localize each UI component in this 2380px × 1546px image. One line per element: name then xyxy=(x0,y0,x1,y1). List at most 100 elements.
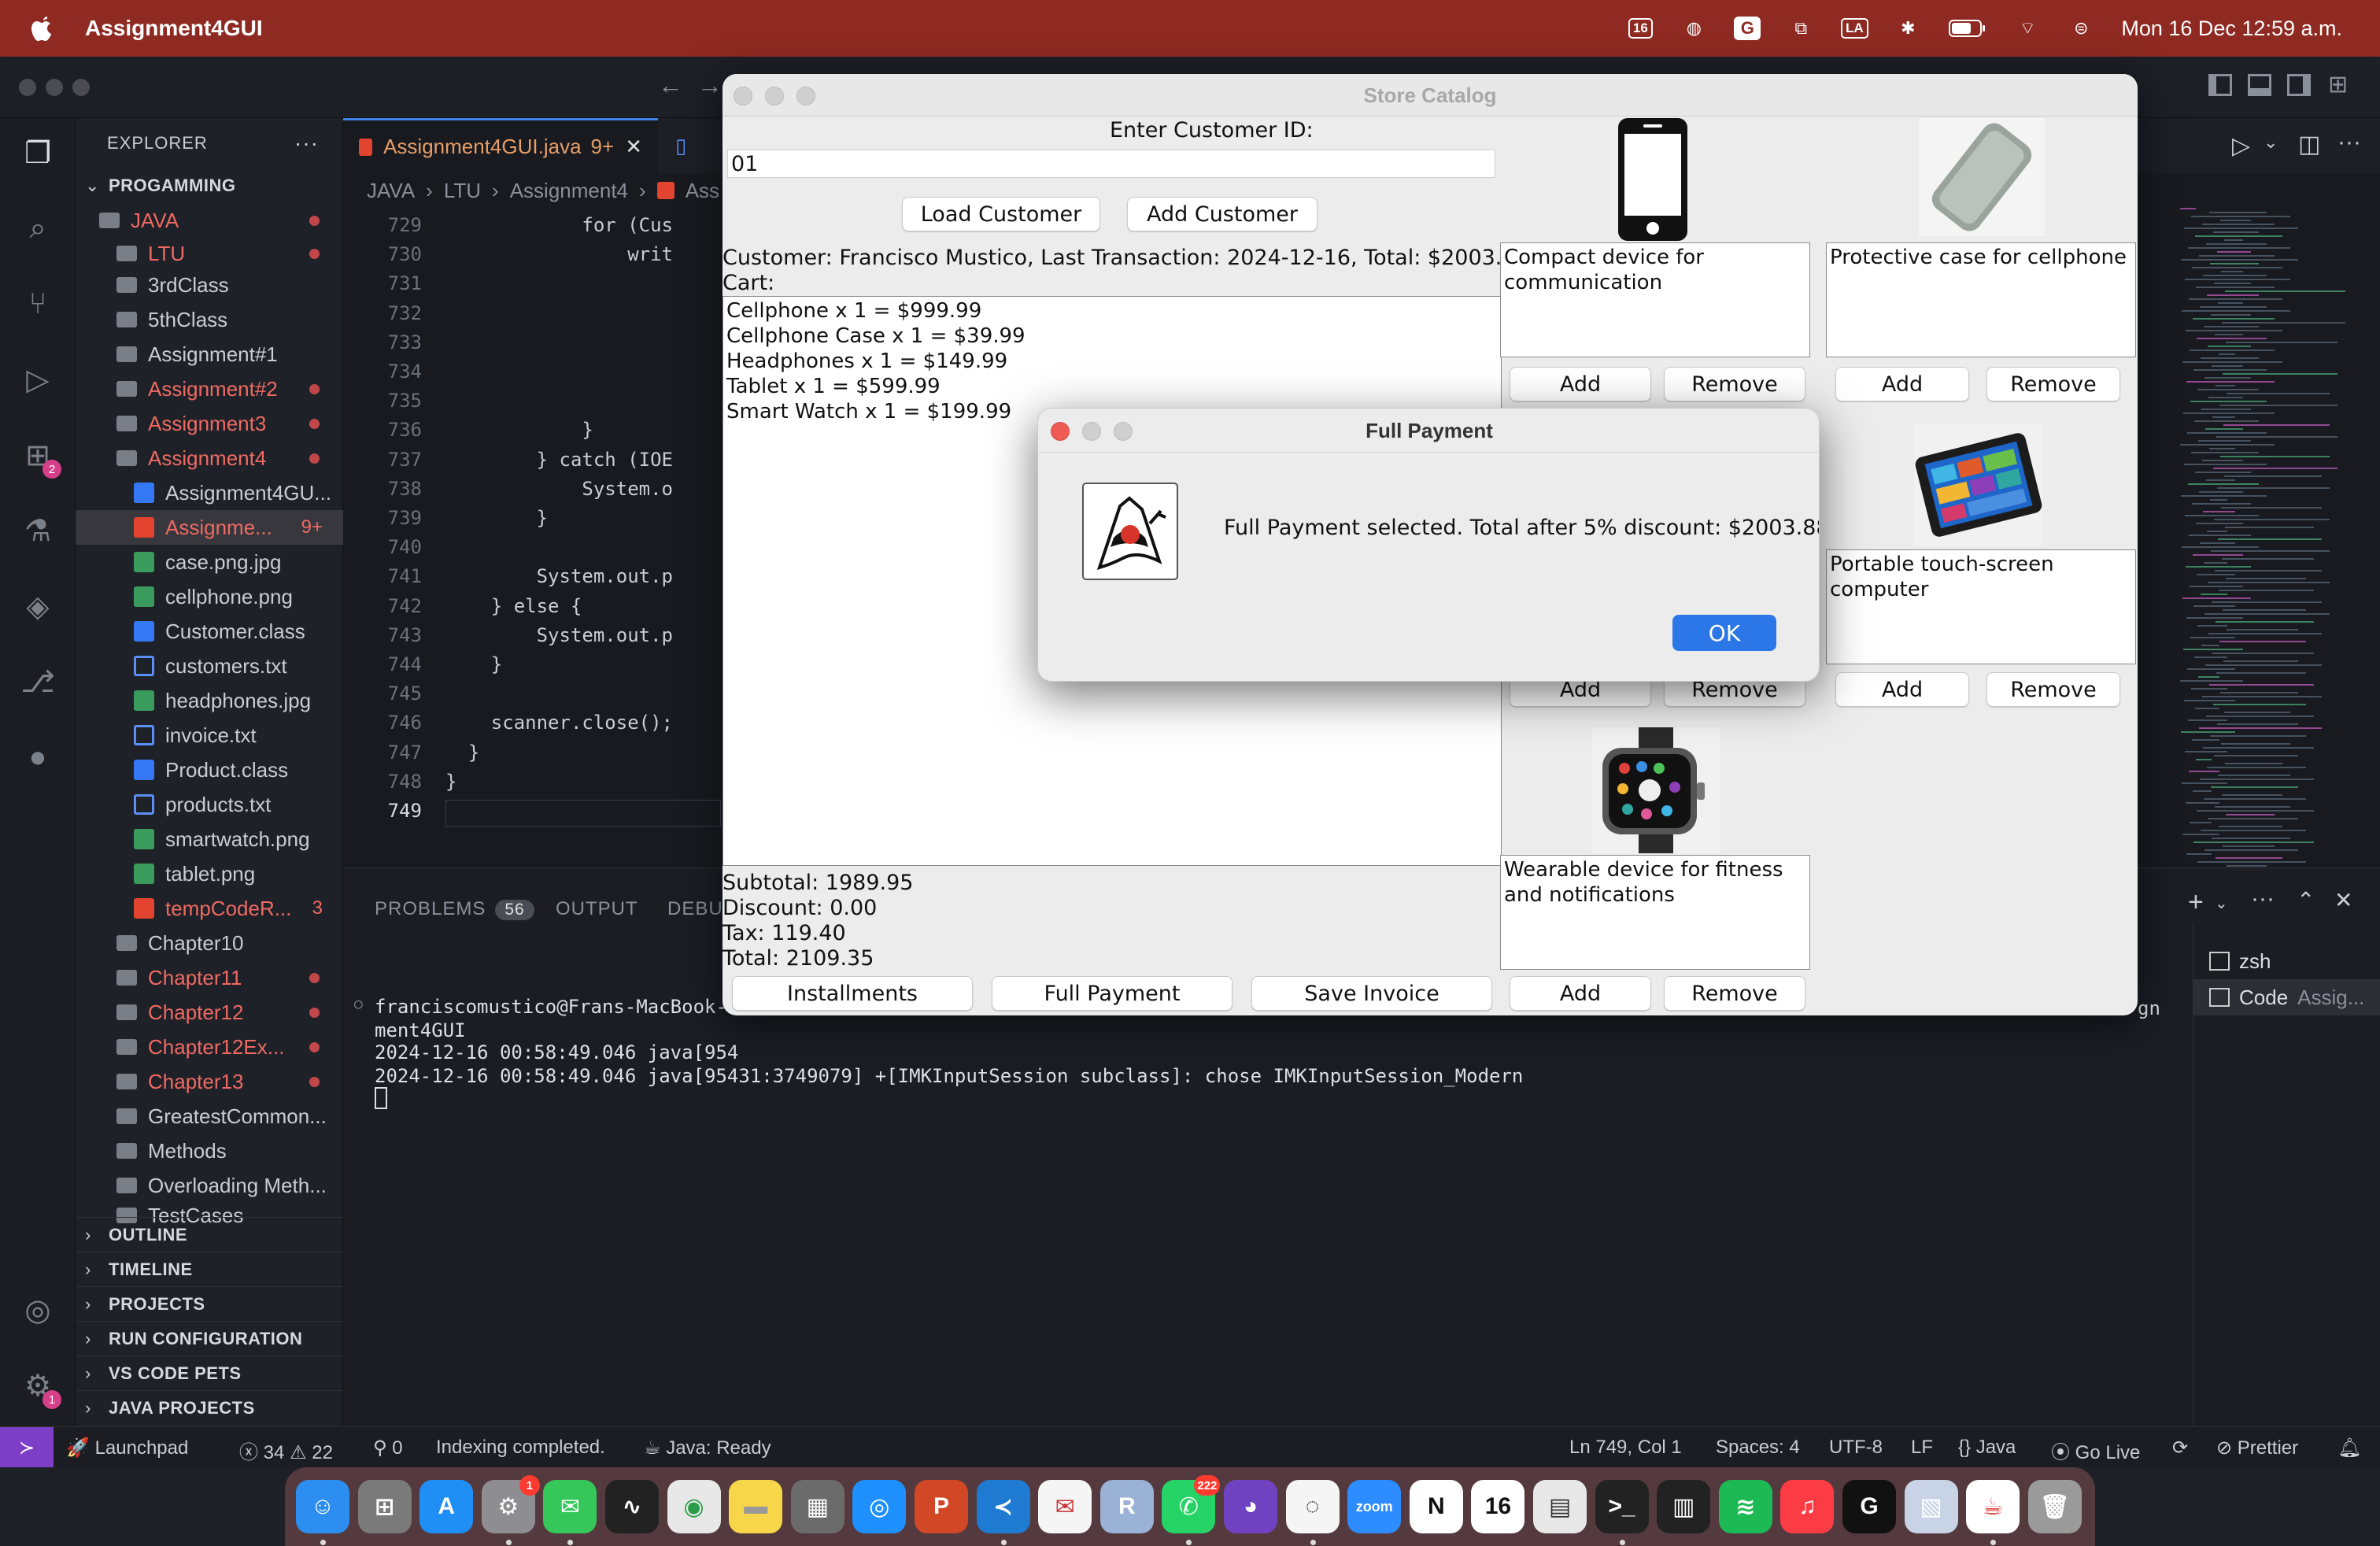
run-dropdown-icon[interactable]: ⌄ xyxy=(2264,132,2278,153)
bluetooth-icon[interactable]: ✱ xyxy=(1894,17,1921,40)
trash-dock-icon[interactable]: 🗑︎ xyxy=(2027,1480,2082,1533)
section-projects[interactable]: › PROJECTS xyxy=(76,1286,343,1321)
tree-item[interactable]: Assignment#2 xyxy=(76,372,343,406)
preview-dock-icon[interactable]: ▤ xyxy=(1533,1480,1587,1533)
globe-icon[interactable]: ◍ xyxy=(1680,17,1707,40)
full-payment-button[interactable]: Full Payment xyxy=(992,976,1232,1011)
save-invoice-button[interactable]: Save Invoice xyxy=(1251,976,1492,1011)
add-tablet-button[interactable]: Add xyxy=(1835,672,1969,707)
installments-button[interactable]: Installments xyxy=(732,976,973,1011)
control-center-icon[interactable]: ⊜ xyxy=(2068,17,2094,40)
tree-item[interactable]: Chapter10 xyxy=(76,926,343,960)
remove-case-button[interactable]: Remove xyxy=(1986,367,2120,401)
extensions-icon[interactable]: ⊞ 2 xyxy=(19,436,61,479)
tree-item[interactable]: Assignment4GU... xyxy=(76,475,343,510)
new-terminal-icon[interactable]: + xyxy=(2188,887,2204,918)
language-mode[interactable]: {} Java xyxy=(1958,1437,2016,1459)
run-icon[interactable]: ▷ xyxy=(2232,132,2250,160)
java-dock-icon[interactable]: ☕ xyxy=(1966,1480,2020,1533)
ok-button[interactable]: OK xyxy=(1672,615,1776,651)
chatgpt-dock-icon[interactable]: ◌ xyxy=(1285,1480,1340,1533)
tree-item[interactable]: Product.class xyxy=(76,753,343,787)
back-arrow-icon[interactable]: ← xyxy=(658,71,683,100)
maximize-panel-icon[interactable]: ⌃ xyxy=(2297,887,2315,913)
calendar-icon[interactable]: 16 xyxy=(1627,17,1654,40)
activity-monitor-dock-icon[interactable]: ▥ xyxy=(1657,1480,1711,1533)
end-of-line[interactable]: LF xyxy=(1911,1437,1933,1459)
notifications-bell-icon[interactable]: 🔔︎ xyxy=(2338,1437,2361,1459)
section-java-projects[interactable]: › JAVA PROJECTS xyxy=(76,1390,343,1425)
tab-assignment4gui-java[interactable]: Assignment4GUI.java 9+ ✕ xyxy=(343,118,658,173)
code-editor[interactable]: 729 for (Cus 730 writ 731 732 733 734 735 736 }… xyxy=(343,208,721,869)
customize-layout-icon[interactable]: ⊞ xyxy=(2328,71,2348,98)
terminal-zsh[interactable]: zsh xyxy=(2193,943,2380,979)
tree-item[interactable]: headphones.jpg xyxy=(76,683,343,718)
cursor-position[interactable]: Ln 749, Col 1 xyxy=(1569,1437,1682,1459)
notion-dock-icon[interactable]: N xyxy=(1409,1480,1463,1533)
tree-item[interactable]: Chapter12Ex... xyxy=(76,1030,343,1064)
preview-image-dock-icon[interactable]: ▧ xyxy=(1904,1480,1958,1533)
section-outline[interactable]: › OUTLINE xyxy=(76,1217,343,1252)
section-run-configuration[interactable]: › RUN CONFIGURATION xyxy=(76,1321,343,1356)
toggle-secondary-sidebar-icon[interactable] xyxy=(2287,74,2311,96)
tree-item[interactable]: Chapter13 xyxy=(76,1064,343,1099)
store-minimize-button[interactable] xyxy=(765,87,784,105)
toggle-sidebar-icon[interactable] xyxy=(2208,74,2232,96)
python-icon[interactable]: ◈ xyxy=(19,587,57,625)
tree-item[interactable]: Assignment3 xyxy=(76,406,343,441)
cart-item[interactable]: Headphones x 1 = $149.99 xyxy=(726,349,1498,374)
vs-code-dock-icon[interactable]: ≺ xyxy=(976,1480,1030,1533)
terminal-code[interactable]: Code Assig... xyxy=(2193,979,2380,1015)
indentation[interactable]: Spaces: 4 xyxy=(1716,1437,1800,1459)
toggle-panel-icon[interactable] xyxy=(2248,74,2271,96)
minimize-window-button[interactable] xyxy=(46,79,63,96)
apple-logo-icon[interactable] xyxy=(30,14,55,43)
forward-arrow-icon[interactable]: → xyxy=(697,71,722,100)
go-live[interactable]: ⦿ Go Live xyxy=(2051,1437,2140,1464)
sync-icon[interactable]: ⟳ xyxy=(2172,1437,2188,1459)
music-dock-icon[interactable]: ♫ xyxy=(1780,1480,1835,1533)
spotify-dock-icon[interactable]: ≋ xyxy=(1718,1480,1772,1533)
notes-dock-icon[interactable]: ▬ xyxy=(729,1480,783,1533)
finder-dock-icon[interactable]: ☺ xyxy=(296,1480,349,1533)
terminal-dropdown-icon[interactable]: ⌄ xyxy=(2215,893,2228,913)
cart-item[interactable]: Cellphone x 1 = $999.99 xyxy=(726,298,1498,324)
tab-debug-console[interactable]: DEBU xyxy=(667,898,723,920)
close-tab-icon[interactable]: ✕ xyxy=(625,135,642,159)
calculator-dock-icon[interactable]: ▦ xyxy=(790,1480,844,1533)
remote-icon[interactable]: ≻ xyxy=(0,1427,54,1467)
launchpad-status[interactable]: 🚀 Launchpad xyxy=(66,1437,188,1459)
github-icon[interactable]: ● xyxy=(19,738,57,776)
tree-item[interactable]: cellphone.png xyxy=(76,579,343,614)
tree-item[interactable]: 3rdClass xyxy=(76,268,343,302)
stage-manager-icon[interactable]: ⧉ xyxy=(1787,17,1814,40)
clock[interactable]: Mon 16 Dec 12:59 a.m. xyxy=(2121,17,2342,41)
zoom-window-button[interactable] xyxy=(72,79,90,96)
tree-item[interactable]: Methods xyxy=(76,1134,343,1168)
powerpoint-dock-icon[interactable]: P xyxy=(915,1480,968,1533)
run-debug-icon[interactable]: ▷ xyxy=(19,361,57,398)
settings-gear-icon[interactable]: ⚙ 1 xyxy=(19,1367,61,1409)
search-icon[interactable]: ⌕ xyxy=(19,209,57,247)
app-store-dock-icon[interactable]: A xyxy=(419,1480,474,1533)
workspace-root[interactable]: ⌄ PROGAMMING xyxy=(76,168,343,203)
tree-item[interactable]: Assignment4 xyxy=(76,441,343,475)
r-dock-icon[interactable]: R xyxy=(1099,1480,1154,1533)
split-editor-icon[interactable]: ◫ xyxy=(2298,131,2320,158)
messages-dock-icon[interactable]: ✉ xyxy=(543,1480,597,1533)
add-case-button[interactable]: Add xyxy=(1835,367,1969,401)
store-zoom-button[interactable] xyxy=(796,87,815,105)
tree-item[interactable]: Chapter12 xyxy=(76,995,343,1030)
remove-cellphone-button[interactable]: Remove xyxy=(1664,367,1805,401)
battery-icon[interactable] xyxy=(1948,17,1987,40)
wifi-icon[interactable]: ⌔ xyxy=(2014,17,2041,40)
add-smartwatch-button[interactable]: Add xyxy=(1510,976,1651,1011)
tree-item[interactable]: Assignment#1 xyxy=(76,337,343,372)
launchpad-dock-icon[interactable]: ⊞ xyxy=(357,1480,412,1533)
tree-item[interactable]: products.txt xyxy=(76,787,343,822)
load-customer-button[interactable]: Load Customer xyxy=(902,197,1100,231)
tree-item[interactable]: Customer.class xyxy=(76,614,343,649)
tree-item[interactable]: LTU xyxy=(76,236,343,271)
add-customer-button[interactable]: Add Customer xyxy=(1127,197,1318,231)
more-icon[interactable]: ··· xyxy=(2338,129,2361,156)
